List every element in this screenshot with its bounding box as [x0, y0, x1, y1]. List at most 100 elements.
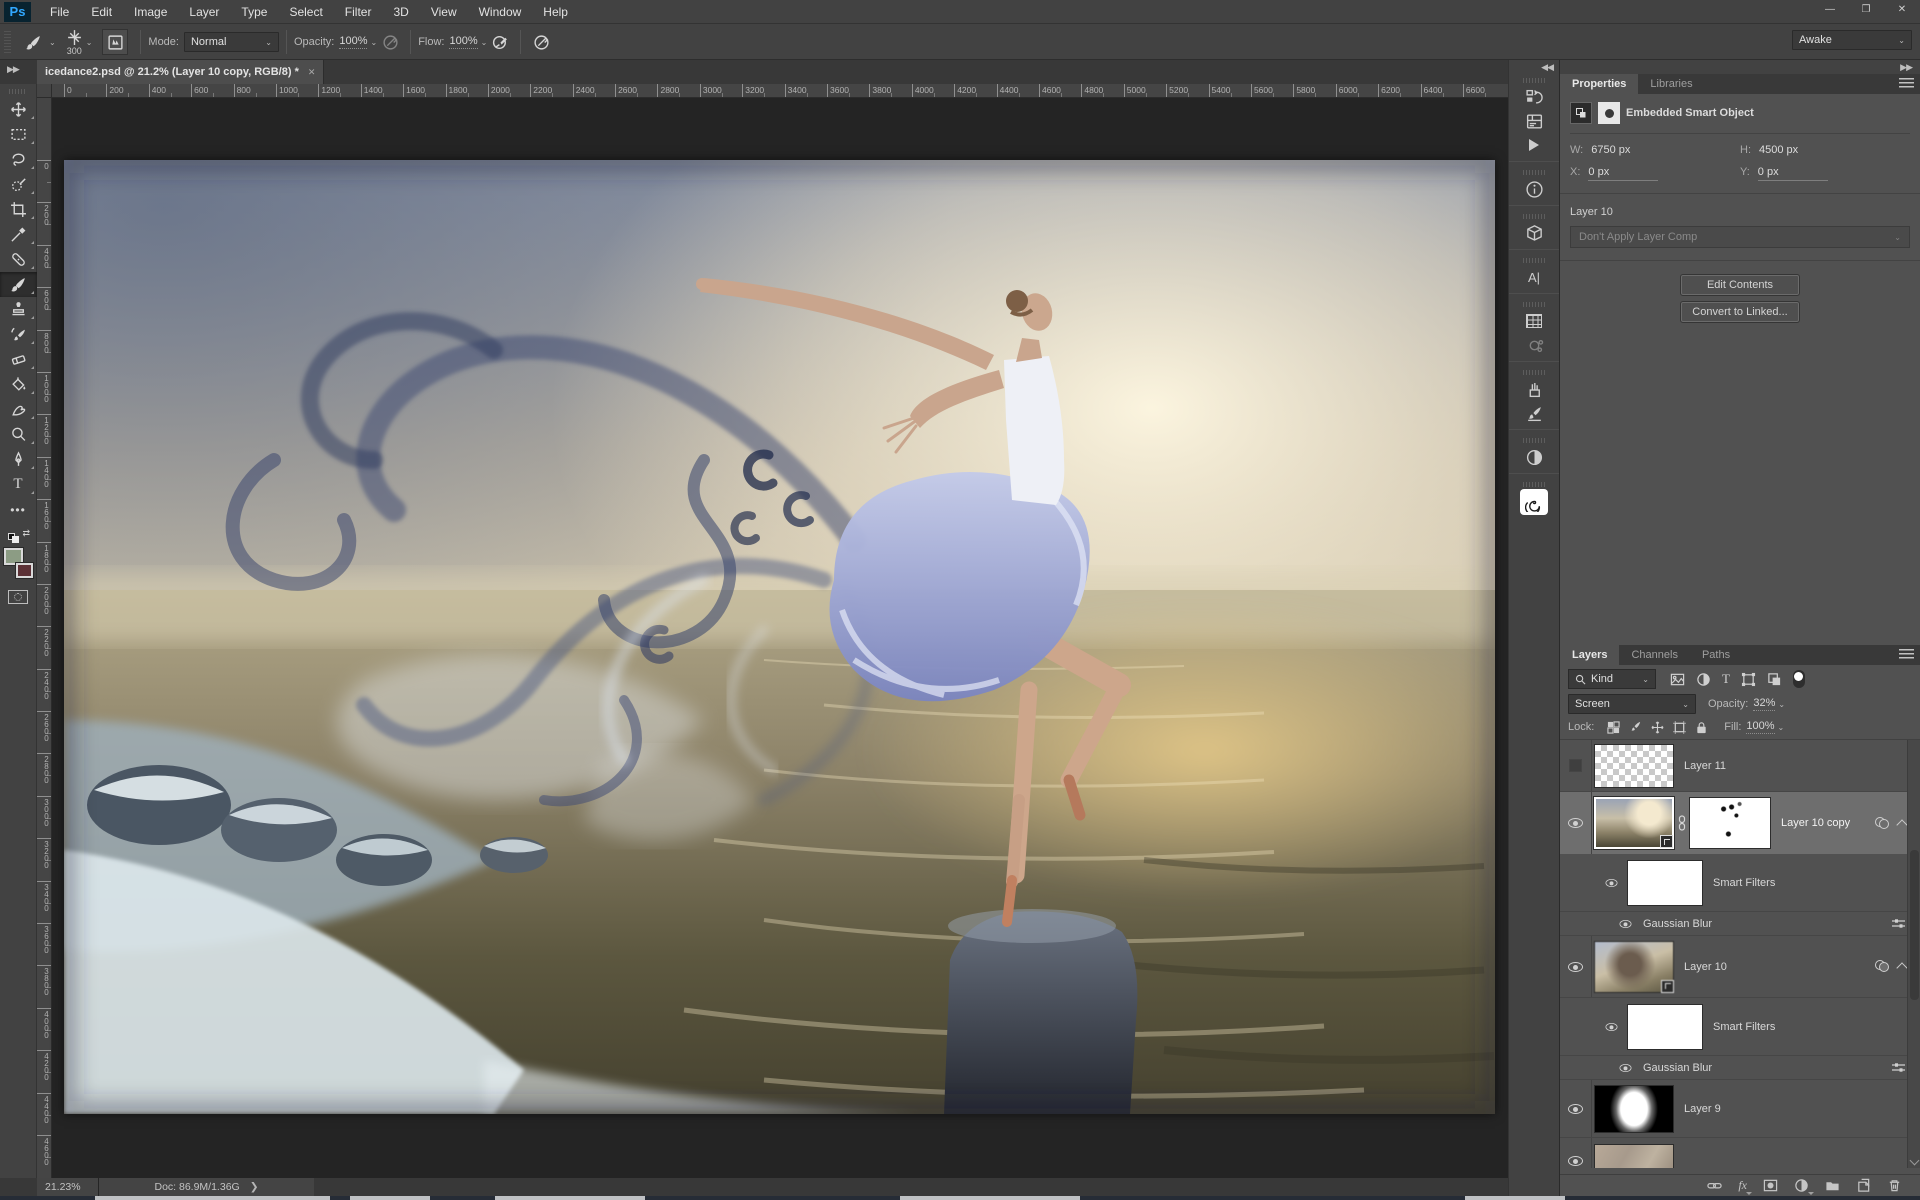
filter-name[interactable]: Gaussian Blur — [1643, 918, 1712, 930]
tab-libraries[interactable]: Libraries — [1638, 74, 1704, 94]
gaussian-blur-row[interactable]: Gaussian Blur — [1560, 912, 1920, 936]
edit-toolbar-ellipsis[interactable]: ••• — [0, 497, 37, 522]
new-adjustment-layer-icon[interactable] — [1794, 1178, 1809, 1193]
swap-colors-icon[interactable]: ⇄ — [22, 528, 30, 539]
layer-opacity-value[interactable]: 32% — [1753, 697, 1775, 711]
mask-icon[interactable] — [1598, 102, 1620, 124]
visibility-toggle[interactable] — [1560, 792, 1592, 854]
layer-styles-icon[interactable]: fx — [1738, 1178, 1747, 1193]
close-button[interactable]: ✕ — [1884, 0, 1920, 19]
visibility-toggle[interactable] — [1606, 879, 1618, 887]
menu-item[interactable]: Help — [532, 0, 579, 23]
default-colors-icon[interactable]: ⇄ — [8, 530, 28, 544]
x-field[interactable]: 0 px — [1588, 166, 1658, 181]
pen-tool[interactable] — [0, 447, 37, 472]
lock-pixels-icon[interactable] — [1629, 721, 1642, 734]
layer-row-partial[interactable] — [1560, 1138, 1920, 1168]
visibility-toggle[interactable] — [1560, 1138, 1592, 1168]
layer-comps-panel-icon[interactable] — [1519, 109, 1549, 133]
edit-contents-button[interactable]: Edit Contents — [1681, 275, 1799, 295]
convert-to-linked-button[interactable]: Convert to Linked... — [1681, 302, 1799, 322]
scroll-down-icon[interactable] — [1910, 1156, 1920, 1166]
gaussian-blur-row[interactable]: Gaussian Blur — [1560, 1056, 1920, 1080]
workspace-select[interactable]: Awake ⌄ — [1792, 30, 1912, 50]
dock-grip[interactable] — [1523, 438, 1545, 443]
eyedropper-tool[interactable] — [0, 222, 37, 247]
adjustments-panel-icon[interactable] — [1519, 445, 1549, 469]
delete-layer-icon[interactable] — [1887, 1178, 1902, 1193]
dock-grip[interactable] — [1523, 214, 1545, 219]
add-mask-icon[interactable] — [1763, 1178, 1778, 1193]
quick-selection-tool[interactable] — [0, 172, 37, 197]
paint-bucket-tool[interactable] — [0, 372, 37, 397]
crop-tool[interactable] — [0, 197, 37, 222]
status-options-chevron[interactable]: ❯ — [250, 1181, 259, 1193]
layers-scrollbar[interactable] — [1907, 740, 1920, 1168]
layer-name[interactable]: Layer 10 copy — [1781, 817, 1850, 829]
layer-row-layer10copy[interactable]: Layer 10 copy — [1560, 792, 1920, 854]
history-panel-icon[interactable] — [1519, 85, 1549, 109]
type-tool[interactable]: T — [0, 472, 37, 497]
filter-toggle[interactable] — [1793, 670, 1805, 688]
filter-kind-select[interactable]: Kind ⌄ — [1568, 669, 1656, 689]
lock-all-icon[interactable] — [1695, 721, 1708, 734]
flow-value[interactable]: 100% — [449, 35, 477, 49]
remote-connections-icon[interactable] — [1519, 333, 1549, 357]
layer-thumbnail[interactable] — [1594, 941, 1674, 993]
layer-blend-mode-select[interactable]: Screen ⌄ — [1568, 694, 1696, 714]
panel-menu-icon[interactable] — [1899, 78, 1914, 89]
lock-position-icon[interactable] — [1651, 721, 1664, 734]
zoom-level-field[interactable]: 21.23% — [37, 1178, 99, 1196]
history-brush-tool[interactable] — [0, 322, 37, 347]
character-panel-icon[interactable]: A| — [1519, 265, 1549, 289]
menu-item[interactable]: Image — [123, 0, 178, 23]
filter-blend-options-icon[interactable] — [1891, 917, 1906, 930]
menu-item[interactable]: 3D — [382, 0, 419, 23]
visibility-toggle[interactable] — [1606, 1023, 1618, 1031]
smart-filters-row[interactable]: Smart Filters — [1560, 998, 1920, 1056]
close-icon[interactable]: ✕ — [308, 67, 316, 78]
layer-thumbnail[interactable] — [1594, 744, 1674, 788]
layer-name[interactable]: Layer 11 — [1684, 760, 1726, 772]
move-tool[interactable] — [0, 97, 37, 122]
smart-filters-label[interactable]: Smart Filters — [1713, 1021, 1775, 1033]
smart-filters-row[interactable]: Smart Filters — [1560, 854, 1920, 912]
collapse-filters-chevron[interactable] — [1896, 962, 1907, 973]
layer-thumbnail[interactable] — [1594, 1085, 1674, 1133]
eraser-tool[interactable] — [0, 347, 37, 372]
airbrush-icon[interactable] — [487, 29, 513, 55]
expand-panels-icon[interactable]: ▶▶ — [1900, 62, 1912, 73]
collapse-panels-icon[interactable]: ◀◀ — [1541, 62, 1553, 73]
new-group-icon[interactable] — [1825, 1178, 1840, 1193]
visibility-toggle[interactable] — [1620, 1064, 1632, 1072]
background-color-swatch[interactable] — [16, 563, 33, 578]
y-field[interactable]: 0 px — [1758, 166, 1828, 181]
lock-artboard-icon[interactable] — [1673, 721, 1686, 734]
toolbar-grip[interactable] — [9, 89, 27, 94]
menu-item[interactable]: Type — [230, 0, 278, 23]
new-layer-icon[interactable] — [1856, 1178, 1871, 1193]
spot-healing-brush-tool[interactable] — [0, 247, 37, 272]
info-panel-icon[interactable] — [1519, 177, 1549, 201]
layer-name[interactable]: Layer 10 — [1684, 961, 1727, 973]
filter-mask-thumbnail[interactable] — [1627, 860, 1703, 906]
visibility-toggle[interactable] — [1560, 936, 1592, 997]
document-tab[interactable]: icedance2.psd @ 21.2% (Layer 10 copy, RG… — [37, 60, 324, 84]
filter-adjustment-layers-icon[interactable] — [1696, 672, 1711, 687]
actions-panel-icon[interactable] — [1519, 133, 1549, 157]
smoothing-icon[interactable] — [528, 29, 554, 55]
layer-mask-thumbnail[interactable] — [1689, 797, 1771, 849]
menu-item[interactable]: Layer — [178, 0, 230, 23]
menu-item[interactable]: Window — [468, 0, 533, 23]
mask-link-icon[interactable] — [1677, 815, 1687, 831]
menu-item[interactable]: Filter — [334, 0, 383, 23]
opacity-value[interactable]: 100% — [339, 35, 367, 49]
layer-name[interactable]: Layer 9 — [1684, 1103, 1721, 1115]
pressure-opacity-icon[interactable] — [377, 29, 403, 55]
minimize-button[interactable]: — — [1812, 0, 1848, 19]
filter-name[interactable]: Gaussian Blur — [1643, 1062, 1712, 1074]
visibility-toggle[interactable] — [1560, 1080, 1592, 1137]
rectangular-marquee-tool[interactable] — [0, 122, 37, 147]
link-layers-icon[interactable] — [1707, 1178, 1722, 1193]
lock-transparent-icon[interactable] — [1607, 721, 1620, 734]
